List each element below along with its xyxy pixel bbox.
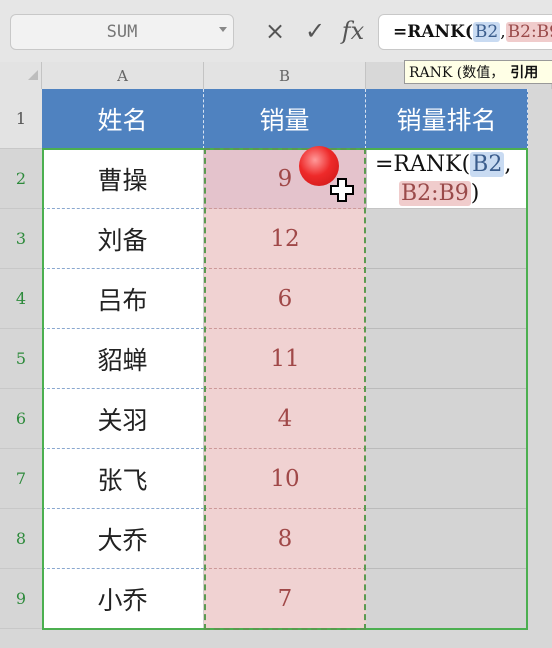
row-header-2[interactable]: 2 (0, 149, 42, 209)
edit-line-1: =RANK(B2, (375, 150, 527, 179)
chevron-down-icon[interactable] (219, 27, 227, 32)
edit-ref-b2: B2 (470, 152, 505, 177)
rank-cell[interactable] (366, 509, 528, 569)
name-cell[interactable]: 刘备 (42, 209, 204, 269)
edit-close: ) (470, 181, 480, 206)
fx-icon[interactable]: fx (338, 16, 368, 46)
corner-triangle-icon (28, 70, 38, 80)
edit-line-2: B2:B9) (375, 179, 527, 208)
sales-cell[interactable]: 8 (204, 509, 366, 569)
rank-cell[interactable] (366, 569, 528, 629)
row-header-4[interactable]: 4 (0, 269, 42, 329)
formula-edit-cell[interactable]: =RANK(B2, B2:B9) (366, 149, 528, 209)
rank-cell[interactable] (366, 389, 528, 449)
function-tooltip: RANK (数值， 引用 (404, 60, 552, 84)
name-cell[interactable]: 貂蝉 (42, 329, 204, 389)
sales-cell[interactable]: 7 (204, 569, 366, 629)
formula-ref-b2: B2 (472, 22, 501, 42)
cancel-icon[interactable]: × (260, 16, 290, 46)
rank-cell[interactable] (366, 269, 528, 329)
tooltip-bold-arg: 引用 (510, 65, 539, 81)
rank-cell[interactable] (366, 329, 528, 389)
formula-separator: , (500, 22, 506, 42)
row-header-1[interactable]: 1 (0, 89, 42, 149)
rank-cell[interactable] (366, 209, 528, 269)
column-header-b[interactable]: B (204, 62, 366, 89)
header-sales-cell[interactable]: 销量 (204, 89, 366, 149)
formula-ref-range: B2:B9 (505, 22, 552, 42)
row-header-9[interactable]: 9 (0, 569, 42, 629)
rank-cell[interactable] (366, 449, 528, 509)
name-box[interactable]: SUM (10, 14, 234, 50)
name-cell[interactable]: 大乔 (42, 509, 204, 569)
tooltip-text: RANK (数值， (409, 65, 505, 81)
formula-prefix: =RANK( (393, 22, 473, 42)
row-header-6[interactable]: 6 (0, 389, 42, 449)
name-cell[interactable]: 关羽 (42, 389, 204, 449)
sales-cell[interactable]: 4 (204, 389, 366, 449)
sales-cell[interactable]: 11 (204, 329, 366, 389)
formula-input[interactable]: =RANK( B2 , B2:B9 (378, 14, 552, 50)
row-header-7[interactable]: 7 (0, 449, 42, 509)
edit-prefix: =RANK( (375, 152, 471, 177)
edit-separator: , (504, 152, 512, 177)
column-header-a[interactable]: A (42, 62, 204, 89)
name-cell[interactable]: 吕布 (42, 269, 204, 329)
name-cell[interactable]: 张飞 (42, 449, 204, 509)
plus-cursor-icon (330, 178, 354, 202)
header-rank-cell[interactable]: 销量排名 (366, 89, 528, 149)
sales-cell[interactable]: 10 (204, 449, 366, 509)
row-header-3[interactable]: 3 (0, 209, 42, 269)
row-header-5[interactable]: 5 (0, 329, 42, 389)
name-cell[interactable]: 小乔 (42, 569, 204, 629)
header-name-cell[interactable]: 姓名 (42, 89, 204, 149)
row-header-8[interactable]: 8 (0, 509, 42, 569)
sales-cell[interactable]: 12 (204, 209, 366, 269)
edit-ref-range: B2:B9 (399, 181, 471, 206)
confirm-icon[interactable]: ✓ (300, 16, 330, 46)
sales-cell[interactable]: 6 (204, 269, 366, 329)
name-cell[interactable]: 曹操 (42, 149, 204, 209)
